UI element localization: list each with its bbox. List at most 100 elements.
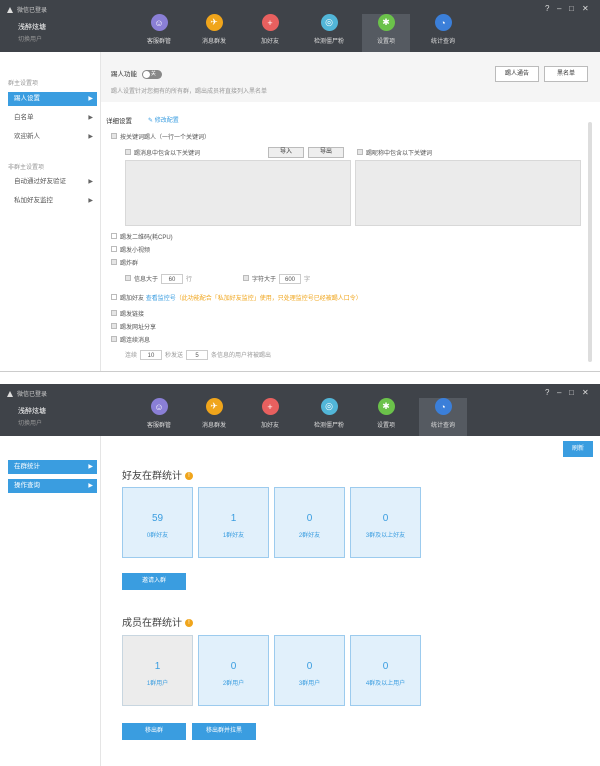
keyword-kick-checkbox[interactable] [111, 133, 117, 140]
edit-config-link[interactable]: ✎ 修改配置 [148, 115, 179, 124]
link-checkbox[interactable] [111, 310, 117, 317]
detail-settings-title: 详细设置 [106, 118, 132, 125]
nav-item-group-mgmt[interactable]: ☺ 客服群管 [135, 14, 183, 52]
scrollbar[interactable] [588, 122, 592, 362]
seq-msg-setting: 连续 10 秒发送 5 条信息的用户将被踢出 [125, 350, 271, 360]
stats-content: 刷新 好友在群统计! 59 0群好友 1 1群好友 0 2群好友 0 3群及以上好友 邀… [101, 436, 600, 766]
friends-stats-title: 好友在群统计! [122, 467, 193, 482]
flood-option[interactable]: 踢炸群 [111, 258, 138, 267]
members-stats-title: 成员在群统计! [122, 614, 193, 629]
flood-checkbox[interactable] [111, 259, 117, 266]
nav-item-add-friend[interactable]: + 加好友 [246, 398, 294, 436]
info-gt-option[interactable]: 信息大于 60 行 [125, 274, 192, 284]
kick-toggle[interactable]: 关 [141, 69, 162, 79]
remove-from-group-button[interactable]: 移出群 [122, 723, 186, 740]
invite-to-group-button[interactable]: 邀请入群 [122, 573, 186, 590]
nav-item-group-mgmt[interactable]: ☺ 客服群管 [135, 398, 183, 436]
qrcode-option[interactable]: 踢发二维码(耗CPU) [111, 232, 173, 241]
msg-keyword-checkbox[interactable] [125, 149, 131, 156]
friend-stat-card: 1 1群好友 [198, 487, 269, 558]
chevron-right-icon: ▶ [88, 96, 93, 102]
send-icon: ✈ [205, 398, 223, 415]
settings-sidebar: 群主设置项 踢人设置 ▶ 白名单 ▶ 欢迎新人 ▶ 非群主设置项 自动通过好友验证 ▶ … [0, 52, 101, 371]
msgs-checkbox[interactable] [111, 336, 117, 343]
detect-icon: ◎ [320, 14, 338, 31]
sidebar-item-friend-monitor[interactable]: 私加好友监控 ▶ [8, 194, 97, 208]
char-gt-checkbox[interactable] [243, 275, 249, 282]
link-option[interactable]: 踢发链接 [111, 309, 144, 318]
sidebar-item-kick[interactable]: 踢人设置 ▶ [8, 92, 97, 106]
help-icon[interactable]: ? [545, 4, 549, 13]
nav-item-broadcast[interactable]: ✈ 消息群发 [190, 14, 238, 52]
send-icon: ✈ [205, 14, 223, 31]
addfriend-option[interactable]: 踢加好友 查看监控号（此功能配合「私加好友监控」使用，只处理监控号已经被踢人口令… [111, 293, 362, 302]
nav-item-broadcast[interactable]: ✈ 消息群发 [190, 398, 238, 436]
close-button[interactable]: ✕ [582, 388, 589, 397]
account-name: 浅醉炫塘 [18, 24, 46, 31]
kick-notice-button[interactable]: 踢人通告 [495, 66, 539, 82]
nav-item-settings[interactable]: ✱ 设置项 [362, 398, 410, 436]
minimize-button[interactable]: – [557, 388, 561, 397]
share-option[interactable]: 踢发网址分享 [111, 322, 156, 331]
friend-stat-card: 0 2群好友 [274, 487, 345, 558]
users-icon: ☺ [150, 398, 168, 415]
msgs-option[interactable]: 踢连续消息 [111, 335, 150, 344]
refresh-button[interactable]: 刷新 [563, 441, 593, 457]
seq-seconds-input[interactable]: 10 [140, 350, 163, 360]
nav-item-stats[interactable]: ◔ 统计查询 [419, 14, 467, 52]
sidebar-item-auto-accept[interactable]: 自动通过好友验证 ▶ [8, 175, 97, 189]
seq-count-input[interactable]: 5 [186, 350, 209, 360]
addfriend-checkbox[interactable] [111, 294, 117, 301]
nav-item-stats[interactable]: ◔ 统计查询 [419, 398, 467, 436]
export-button[interactable]: 导出 [308, 147, 344, 158]
info-gt-checkbox[interactable] [125, 275, 131, 282]
sidebar-item-operation-query[interactable]: 操作查询 ▶ [8, 479, 97, 493]
stats-window: 微信已登录 浅醉炫塘 切换用户 ? – □ ✕ ☺ 客服群管 ✈ 消息群发 + 加好友… [0, 384, 600, 766]
video-option[interactable]: 踢发小视频 [111, 245, 150, 254]
nav-item-settings[interactable]: ✱ 设置项 [362, 14, 410, 52]
nav-item-detect-zombie[interactable]: ◎ 检测僵尸粉 [305, 398, 353, 436]
qrcode-checkbox[interactable] [111, 233, 117, 240]
sidebar-item-whitelist[interactable]: 白名单 ▶ [8, 111, 97, 125]
sidebar-item-welcome[interactable]: 欢迎新人 ▶ [8, 130, 97, 144]
share-checkbox[interactable] [111, 323, 117, 330]
minimize-button[interactable]: – [557, 4, 561, 13]
close-button[interactable]: ✕ [582, 4, 589, 13]
chevron-right-icon: ▶ [88, 464, 93, 470]
detect-icon: ◎ [320, 398, 338, 415]
help-icon[interactable]: ? [545, 388, 549, 397]
kick-description: 踢人设置针对您拥有的所有群，踢出成员将直接列入黑名单 [111, 89, 268, 95]
nav-item-detect-zombie[interactable]: ◎ 检测僵尸粉 [305, 14, 353, 52]
switch-user-link[interactable]: 切换用户 [18, 34, 42, 43]
import-button[interactable]: 导入 [268, 147, 304, 158]
add-friend-icon: + [261, 14, 279, 31]
blacklist-button[interactable]: 黑名单 [544, 66, 588, 82]
video-checkbox[interactable] [111, 246, 117, 253]
nick-keyword-textarea[interactable] [355, 160, 581, 226]
member-stat-card: 0 2群用户 [198, 635, 269, 706]
char-gt-input[interactable]: 600 [279, 274, 302, 284]
nick-keyword-checkbox[interactable] [357, 149, 363, 156]
info-icon: ! [185, 619, 193, 628]
friend-stat-card: 59 0群好友 [122, 487, 193, 558]
remove-and-block-button[interactable]: 移出群并拉黑 [192, 723, 256, 740]
msg-keyword-textarea[interactable] [125, 160, 351, 226]
nav-item-add-friend[interactable]: + 加好友 [246, 14, 294, 52]
sidebar-item-group-stats[interactable]: 在群统计 ▶ [8, 460, 97, 474]
app-logo-icon [6, 390, 14, 398]
switch-user-link[interactable]: 切换用户 [18, 418, 42, 427]
char-gt-option[interactable]: 字符大于 600 字 [243, 274, 310, 284]
window-title: 微信已登录 [6, 5, 47, 14]
view-monitor-link[interactable]: 查看监控号 [146, 296, 176, 302]
chevron-right-icon: ▶ [88, 134, 93, 140]
account-name: 浅醉炫塘 [18, 408, 46, 415]
friend-stat-card: 0 3群及以上好友 [350, 487, 421, 558]
msg-keyword-option[interactable]: 踢消息中包含以下关键词 [125, 148, 200, 157]
warning-text: （此功能配合「私加好友监控」使用，只处理监控号已经被踢人口令） [175, 296, 362, 302]
window-title: 微信已登录 [6, 389, 47, 398]
maximize-button[interactable]: □ [569, 4, 574, 13]
keyword-kick-option[interactable]: 按关键词踢人（一行一个关键词） [111, 132, 210, 141]
maximize-button[interactable]: □ [569, 388, 574, 397]
info-gt-input[interactable]: 60 [161, 274, 184, 284]
nick-keyword-option[interactable]: 踢昵称中包含以下关键词 [357, 148, 432, 157]
